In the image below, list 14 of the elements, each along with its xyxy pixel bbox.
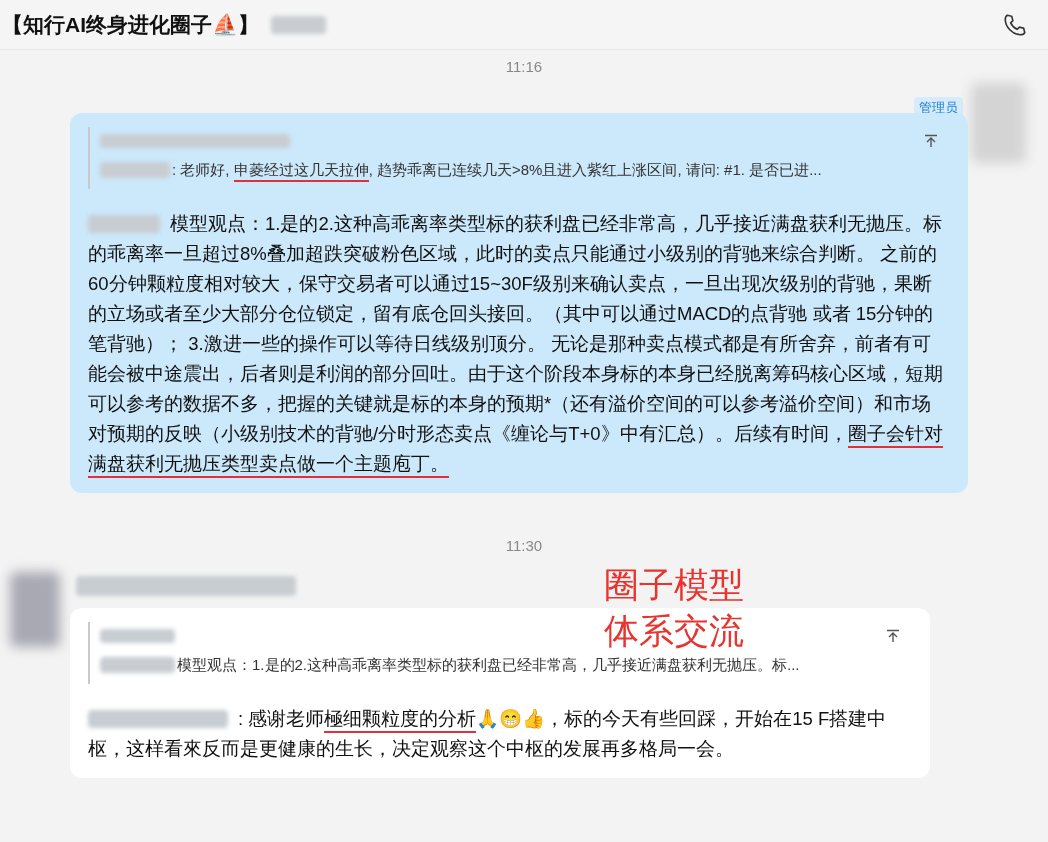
pin-icon[interactable] — [886, 628, 900, 643]
phone-icon[interactable] — [1002, 11, 1028, 38]
blurred-name — [88, 215, 160, 233]
timestamp: 11:16 — [505, 57, 543, 77]
quote-text: 模型观点：1.是的2.这种高乖离率类型标的获利盘已经非常高，几乎接近满盘获利无抛压。标... — [177, 654, 800, 675]
blurred-name — [100, 161, 170, 178]
chat-title: 【知行AI终身进化圈子⛵】 — [2, 11, 259, 38]
message-text: : 感谢老师極细颗粒度的分析🙏😁👍，标的今天有些回踩，开始在15 F搭建中枢，这样看來反而是更健康的生长，决定观察这个中枢的发展再多格局一会。 — [88, 707, 888, 761]
blurred-name — [271, 15, 326, 34]
message-text: 模型观点：1.是的2.这种高乖离率类型标的获利盘已经非常高，几乎接近满盘获利无抛压。标的乖离率一旦超过8%叠加超跌突破粉色区域，此时的卖点只能通过小级别的背驰来综合判断。 之前的60分钟颗粒度相对较大，保守交易者可以通过15~30F级别来确认卖点，一旦出现次级别的背驰，果断的立场或者至少大部分仓位锁定，留有底仓回头接回。（其中可以通过MACD的点背驰 或者 15分钟的笔背驰）； 3.激进一些的操作可以等待日线级别顶分。 无论是那种卖点模式都是有所舍弃，前者有可能会被中途震出，后者则是利润的部分回吐。由于这个阶段本身标的本身已经脱离筹码核心区域，短期可以参考的数据不多，把握的关键就是标的本身的预期*（还有溢价空间的可以参考溢价空间）和市场对预期的反映（小级别技术的背驰/分时形态卖点《缠论与T+0》中有汇总）。后续有时间，圈子会针对满盘获利无抛压类型卖点做一个主题庖丁。 — [88, 209, 950, 479]
annotation-text: 圈子模型 体系交流 — [604, 564, 744, 652]
pin-icon[interactable] — [924, 133, 938, 148]
timestamp: 11:30 — [505, 536, 543, 556]
quote-text: : 老师好, 申菱经过这几天拉伸, 趋势乖离已连续几天>8%且进入紫红上涨区间, 请问: #1. 是否已进... — [172, 158, 822, 181]
